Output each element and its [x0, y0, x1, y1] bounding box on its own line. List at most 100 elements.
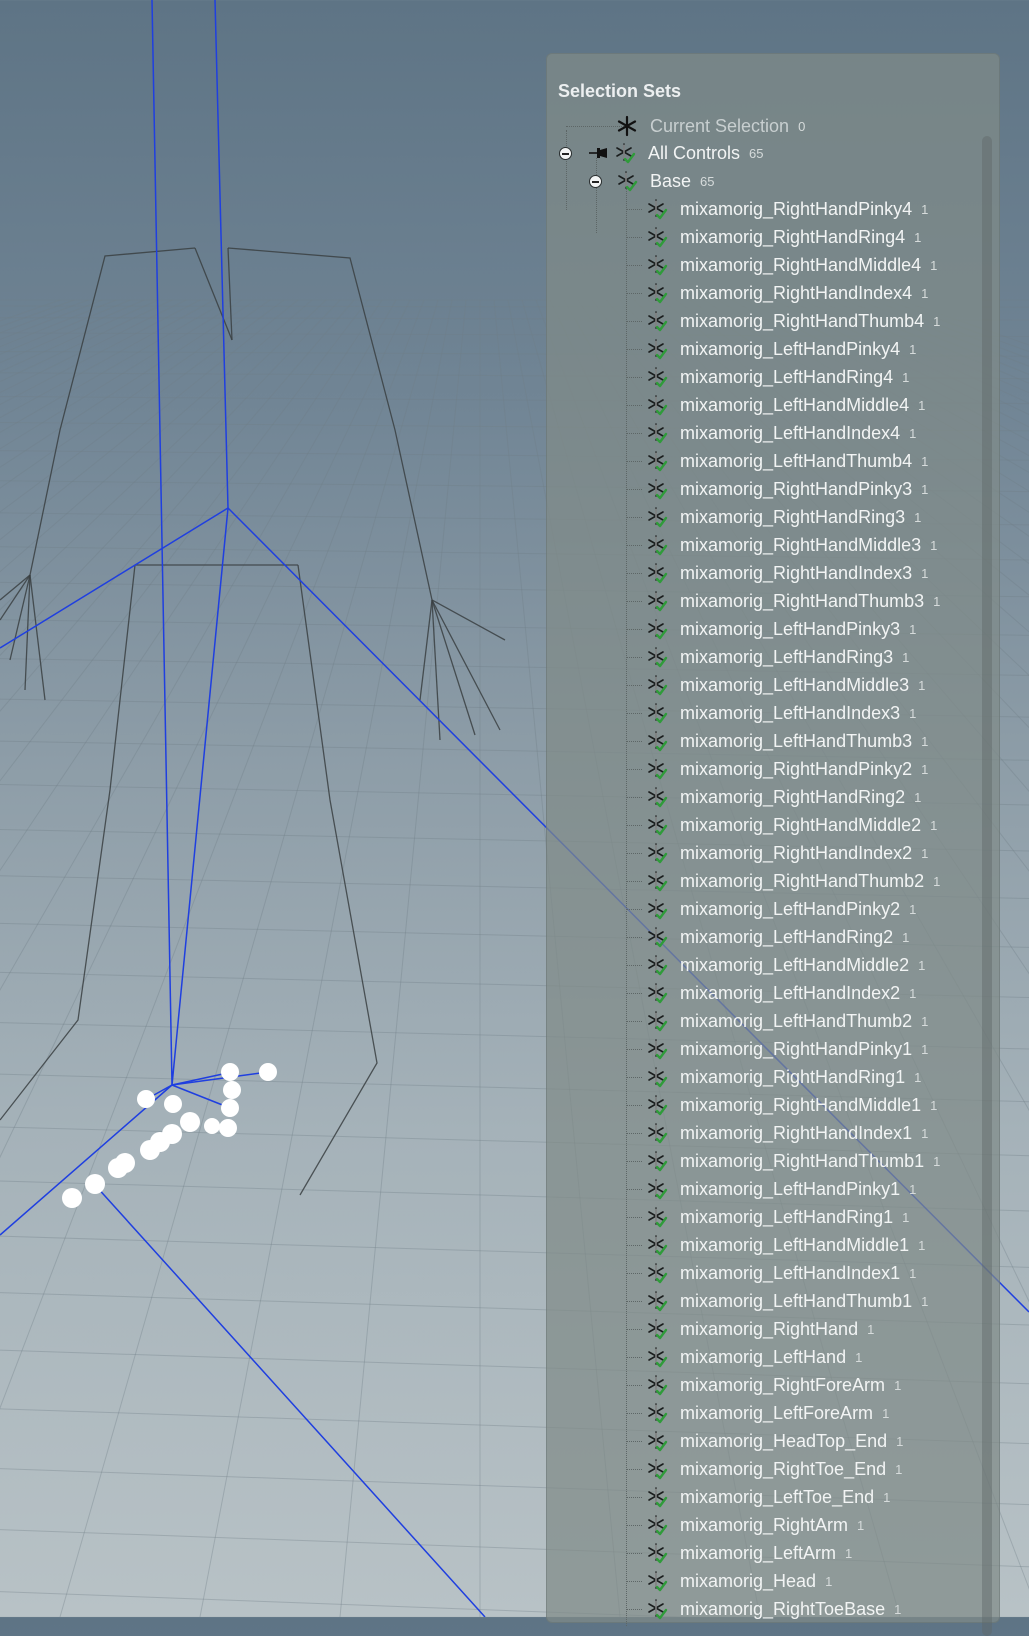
selection-set-item-count: 1	[921, 565, 929, 581]
selection-set-item[interactable]: mixamorig_RightHandMiddle1 1	[646, 1092, 937, 1118]
selection-set-item[interactable]: mixamorig_LeftHandIndex3 1	[646, 700, 916, 726]
selection-set-item[interactable]: mixamorig_LeftHandMiddle4 1	[646, 392, 925, 418]
selection-set-item[interactable]: mixamorig_LeftHandMiddle1 1	[646, 1232, 925, 1258]
controller-handle[interactable]	[223, 1081, 241, 1099]
selection-set-item[interactable]: mixamorig_RightHandPinky1 1	[646, 1036, 928, 1062]
selection-set-item[interactable]: mixamorig_LeftHandMiddle3 1	[646, 672, 925, 698]
selection-set-item-label: mixamorig_LeftHandMiddle3	[680, 674, 910, 695]
selection-set-item-count: 1	[909, 341, 917, 357]
selection-set-item[interactable]: mixamorig_LeftHandPinky2 1	[646, 896, 916, 922]
selection-set-item[interactable]: mixamorig_RightHandIndex3 1	[646, 560, 928, 586]
selection-set-item[interactable]: mixamorig_RightHandThumb3 1	[646, 588, 940, 614]
controller-handle[interactable]	[85, 1174, 105, 1194]
collapse-base-toggle[interactable]	[589, 175, 602, 188]
selection-set-item[interactable]: mixamorig_LeftHandRing4 1	[646, 364, 909, 390]
selection-set-current[interactable]: Current Selection 0	[616, 113, 805, 139]
controller-handle[interactable]	[162, 1124, 182, 1144]
selection-set-item-count: 1	[845, 1545, 853, 1561]
selection-set-item[interactable]: mixamorig_LeftHandThumb4 1	[646, 448, 928, 474]
selection-set-item[interactable]: mixamorig_LeftHandPinky1 1	[646, 1176, 916, 1202]
pin-icon[interactable]	[588, 142, 610, 164]
selection-set-icon	[646, 338, 668, 360]
selection-set-item[interactable]: mixamorig_LeftHandMiddle2 1	[646, 952, 925, 978]
selection-set-icon	[646, 1486, 668, 1508]
selection-set-item-label: mixamorig_RightHandPinky3	[680, 478, 913, 499]
selection-set-icon	[646, 702, 668, 724]
base-label: Base	[650, 170, 692, 191]
selection-set-item[interactable]: mixamorig_LeftHandThumb2 1	[646, 1008, 928, 1034]
selection-set-item-count: 1	[855, 1349, 863, 1365]
selection-set-item[interactable]: mixamorig_LeftHandIndex4 1	[646, 420, 916, 446]
selection-set-item[interactable]: mixamorig_LeftHandIndex1 1	[646, 1260, 916, 1286]
selection-set-item[interactable]: mixamorig_RightHandThumb4 1	[646, 308, 940, 334]
selection-set-item-count: 1	[933, 313, 941, 329]
tree-guide-root	[566, 130, 567, 210]
selection-set-base[interactable]: Base 65	[616, 168, 715, 194]
selection-set-item[interactable]: mixamorig_LeftToe_End 1	[646, 1484, 890, 1510]
selection-set-icon	[646, 450, 668, 472]
selection-set-item[interactable]: mixamorig_RightHandMiddle2 1	[646, 812, 937, 838]
selection-set-item[interactable]: mixamorig_RightHandMiddle4 1	[646, 252, 937, 278]
selection-set-item[interactable]: mixamorig_RightHandMiddle3 1	[646, 532, 937, 558]
selection-set-item-count: 1	[930, 257, 938, 273]
selection-set-item[interactable]: mixamorig_RightHandPinky3 1	[646, 476, 928, 502]
selection-set-all-controls[interactable]: All Controls 65	[588, 140, 764, 166]
selection-set-item[interactable]: mixamorig_RightHand 1	[646, 1316, 874, 1342]
panel-scrollbar[interactable]	[982, 136, 992, 1636]
selection-set-item-count: 1	[921, 761, 929, 777]
selection-set-item[interactable]: mixamorig_LeftHandRing2 1	[646, 924, 909, 950]
base-count: 65	[700, 173, 715, 189]
selection-set-item[interactable]: mixamorig_LeftHandRing1 1	[646, 1204, 909, 1230]
selection-set-item-label: mixamorig_RightHandThumb3	[680, 590, 925, 611]
selection-set-icon	[646, 226, 668, 248]
selection-set-item-label: mixamorig_RightToeBase	[680, 1598, 886, 1619]
selection-set-item[interactable]: mixamorig_RightHandIndex1 1	[646, 1120, 928, 1146]
selection-set-item[interactable]: mixamorig_RightHandRing1 1	[646, 1064, 921, 1090]
selection-set-item[interactable]: mixamorig_LeftArm 1	[646, 1540, 852, 1566]
controller-handle[interactable]	[219, 1119, 237, 1137]
controller-handle[interactable]	[204, 1118, 220, 1134]
tree-guide-item	[626, 1049, 642, 1050]
selection-set-item[interactable]: mixamorig_LeftHandThumb3 1	[646, 728, 928, 754]
selection-set-item[interactable]: mixamorig_HeadTop_End 1	[646, 1428, 903, 1454]
selection-set-item-count: 1	[909, 1265, 917, 1281]
selection-set-item[interactable]: mixamorig_RightForeArm 1	[646, 1372, 901, 1398]
selection-set-item[interactable]: mixamorig_RightHandPinky2 1	[646, 756, 928, 782]
selection-set-item[interactable]: mixamorig_RightHandRing2 1	[646, 784, 921, 810]
controller-handle[interactable]	[115, 1153, 135, 1173]
selection-set-item[interactable]: mixamorig_LeftHandRing3 1	[646, 644, 909, 670]
selection-set-item[interactable]: mixamorig_RightToe_End 1	[646, 1456, 902, 1482]
controller-handle[interactable]	[62, 1188, 82, 1208]
controller-handle[interactable]	[137, 1090, 155, 1108]
selection-set-item[interactable]: mixamorig_RightHandIndex2 1	[646, 840, 928, 866]
selection-set-item[interactable]: mixamorig_RightHandPinky4 1	[646, 196, 928, 222]
selection-set-item[interactable]: mixamorig_RightHandRing3 1	[646, 504, 921, 530]
collapse-all-controls-toggle[interactable]	[559, 147, 572, 160]
selection-set-item[interactable]: mixamorig_LeftHandPinky4 1	[646, 336, 916, 362]
selection-set-item[interactable]: mixamorig_RightArm 1	[646, 1512, 864, 1538]
selection-set-item-label: mixamorig_LeftHand	[680, 1346, 847, 1367]
selection-set-item[interactable]: mixamorig_LeftForeArm 1	[646, 1400, 889, 1426]
tree-guide-item	[626, 1553, 642, 1554]
selection-set-item[interactable]: mixamorig_RightHandIndex4 1	[646, 280, 928, 306]
selection-set-item[interactable]: mixamorig_RightHandThumb1 1	[646, 1148, 940, 1174]
tree-guide-item	[626, 601, 642, 602]
selection-set-item[interactable]: mixamorig_RightHandThumb2 1	[646, 868, 940, 894]
selection-set-item-count: 1	[909, 705, 917, 721]
controller-handle[interactable]	[259, 1063, 277, 1081]
controller-handle[interactable]	[164, 1095, 182, 1113]
selection-set-item[interactable]: mixamorig_RightToeBase 1	[646, 1596, 901, 1622]
selection-set-item-count: 1	[825, 1573, 833, 1589]
controller-handle[interactable]	[180, 1112, 200, 1132]
controller-handle[interactable]	[221, 1063, 239, 1081]
selection-set-item[interactable]: mixamorig_RightHandRing4 1	[646, 224, 921, 250]
controller-handle[interactable]	[221, 1099, 239, 1117]
selection-set-item[interactable]: mixamorig_LeftHandIndex2 1	[646, 980, 916, 1006]
selection-set-item[interactable]: mixamorig_Head 1	[646, 1568, 832, 1594]
selection-set-item-label: mixamorig_LeftHandPinky1	[680, 1178, 901, 1199]
selection-set-item[interactable]: mixamorig_LeftHandThumb1 1	[646, 1288, 928, 1314]
selection-set-item-count: 1	[894, 1601, 902, 1617]
selection-set-item-label: mixamorig_RightHandMiddle4	[680, 254, 922, 275]
selection-set-item[interactable]: mixamorig_LeftHand 1	[646, 1344, 862, 1370]
selection-set-item[interactable]: mixamorig_LeftHandPinky3 1	[646, 616, 916, 642]
